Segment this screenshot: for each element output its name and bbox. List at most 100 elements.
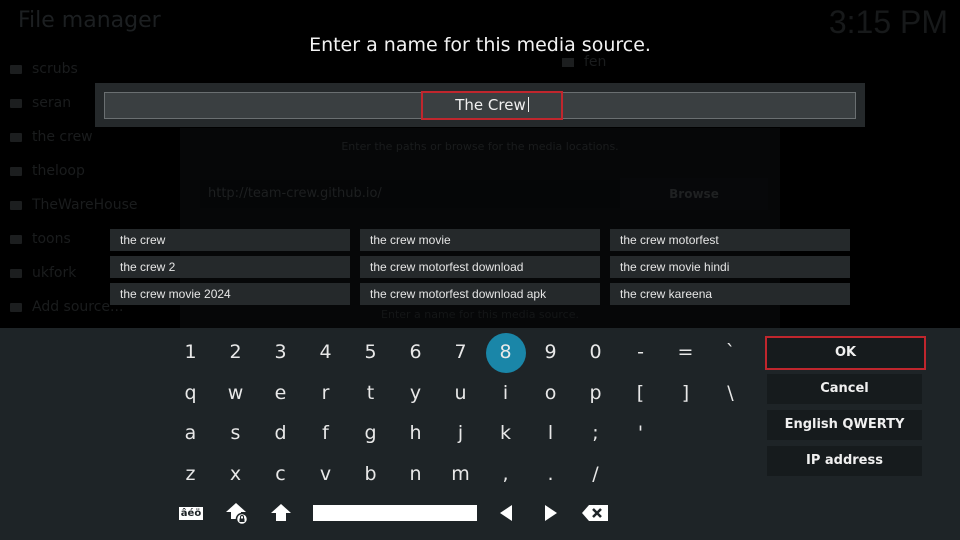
key-o[interactable]: o: [528, 377, 573, 411]
arrow-left-icon: [500, 505, 512, 521]
key-q[interactable]: q: [168, 377, 213, 411]
arrow-right-icon: [545, 505, 557, 521]
key-label: 4: [319, 341, 332, 363]
key-label: x: [229, 463, 242, 485]
cursor-left-button[interactable]: [496, 501, 516, 525]
browse-button: Browse: [620, 178, 768, 210]
source-item: TheWareHouse: [10, 188, 138, 222]
key-t[interactable]: t: [348, 377, 393, 411]
suggestion-item[interactable]: the crew motorfest: [610, 229, 850, 251]
key-label: /: [592, 463, 599, 485]
source-item: theloop: [10, 154, 138, 188]
key-'[interactable]: ': [618, 417, 663, 451]
key-0[interactable]: 0: [573, 336, 618, 370]
keyboard-actions: OK Cancel English QWERTY IP address: [765, 336, 926, 482]
key-/[interactable]: /: [573, 458, 618, 492]
key-label: h: [409, 422, 422, 444]
key-6[interactable]: 6: [393, 336, 438, 370]
cursor-right-button[interactable]: [541, 501, 561, 525]
key-m[interactable]: m: [438, 458, 483, 492]
key-s[interactable]: s: [213, 417, 258, 451]
key-label: ,: [502, 463, 509, 485]
key-y[interactable]: y: [393, 377, 438, 411]
suggestion-item[interactable]: the crew kareena: [610, 283, 850, 305]
source-label: the crew: [32, 129, 93, 145]
key-`[interactable]: `: [708, 336, 753, 370]
folder-icon: [10, 268, 22, 278]
key-a[interactable]: a: [168, 417, 213, 451]
key-,[interactable]: ,: [483, 458, 528, 492]
key-label: i: [502, 382, 509, 404]
source-item: scrubs: [10, 52, 138, 86]
space-bar[interactable]: [313, 501, 477, 525]
key-z[interactable]: z: [168, 458, 213, 492]
key-4[interactable]: 4: [303, 336, 348, 370]
key-d[interactable]: d: [258, 417, 303, 451]
input-value[interactable]: The Crew: [421, 91, 563, 120]
cancel-button[interactable]: Cancel: [767, 374, 922, 404]
key-i[interactable]: i: [483, 377, 528, 411]
suggestion-item[interactable]: the crew movie hindi: [610, 256, 850, 278]
key-7[interactable]: 7: [438, 336, 483, 370]
key-label: o: [544, 382, 557, 404]
key-5[interactable]: 5: [348, 336, 393, 370]
key-j[interactable]: j: [438, 417, 483, 451]
shift-button[interactable]: [269, 501, 293, 525]
space-bar-shape: [313, 505, 477, 521]
suggestion-item[interactable]: the crew motorfest download: [360, 256, 600, 278]
key-label: 9: [544, 341, 557, 363]
key-h[interactable]: h: [393, 417, 438, 451]
key-k[interactable]: k: [483, 417, 528, 451]
key-w[interactable]: w: [213, 377, 258, 411]
key-;[interactable]: ;: [573, 417, 618, 451]
suggestion-item[interactable]: the crew movie 2024: [110, 283, 350, 305]
suggestion-item[interactable]: the crew: [110, 229, 350, 251]
key-e[interactable]: e: [258, 377, 303, 411]
suggestion-item[interactable]: the crew motorfest download apk: [360, 283, 600, 305]
key-r[interactable]: r: [303, 377, 348, 411]
source-label: ukfork: [32, 265, 77, 281]
key-n[interactable]: n: [393, 458, 438, 492]
key-label: `: [725, 341, 736, 363]
caps-lock-button[interactable]: [224, 501, 250, 525]
key-u[interactable]: u: [438, 377, 483, 411]
key-label: r: [321, 382, 330, 404]
key-v[interactable]: v: [303, 458, 348, 492]
key-8[interactable]: 8: [483, 333, 528, 373]
key-=[interactable]: =: [663, 336, 708, 370]
key-.[interactable]: .: [528, 458, 573, 492]
key-9[interactable]: 9: [528, 336, 573, 370]
caps-lock-icon: [226, 503, 249, 525]
key-l[interactable]: l: [528, 417, 573, 451]
key-g[interactable]: g: [348, 417, 393, 451]
key-2[interactable]: 2: [213, 336, 258, 370]
key-f[interactable]: f: [303, 417, 348, 451]
key-1[interactable]: 1: [168, 336, 213, 370]
ip-address-button[interactable]: IP address: [767, 446, 922, 476]
key-label: n: [409, 463, 422, 485]
key-c[interactable]: c: [258, 458, 303, 492]
key-\[interactable]: \: [708, 377, 753, 411]
name-input[interactable]: The Crew: [104, 91, 856, 120]
key-label: t: [366, 382, 375, 404]
input-text: The Crew: [455, 96, 526, 114]
suggestion-item[interactable]: the crew 2: [110, 256, 350, 278]
key-label: f: [322, 422, 329, 444]
key--[interactable]: -: [618, 336, 663, 370]
accent-symbols-button[interactable]: âéö: [176, 501, 206, 525]
backspace-button[interactable]: [580, 501, 610, 525]
key-][interactable]: ]: [663, 377, 708, 411]
key-[[interactable]: [: [618, 377, 663, 411]
key-label: a: [184, 422, 197, 444]
key-x[interactable]: x: [213, 458, 258, 492]
key-label: ;: [592, 422, 599, 444]
ok-button[interactable]: OK: [765, 336, 926, 370]
key-b[interactable]: b: [348, 458, 393, 492]
suggestion-item[interactable]: the crew movie: [360, 229, 600, 251]
folder-icon: [562, 57, 574, 67]
keyboard-layout-button[interactable]: English QWERTY: [767, 410, 922, 440]
text-caret: [527, 97, 529, 112]
key-3[interactable]: 3: [258, 336, 303, 370]
key-label: k: [499, 422, 511, 444]
key-p[interactable]: p: [573, 377, 618, 411]
